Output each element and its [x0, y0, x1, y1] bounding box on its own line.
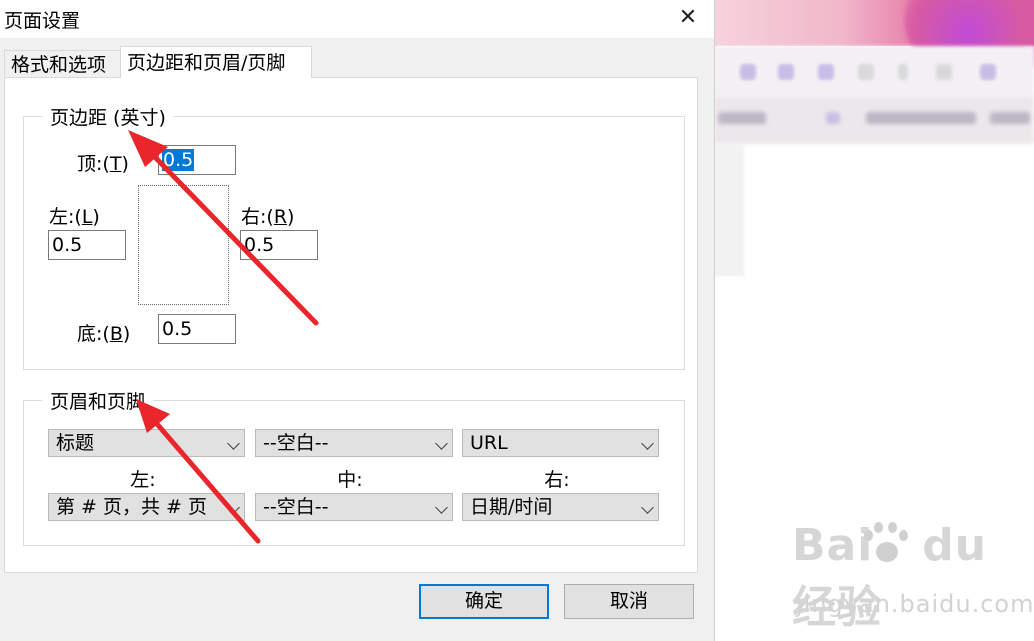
ok-button[interactable]: 确定: [419, 584, 549, 619]
margin-preview: [138, 185, 229, 305]
dialog-titlebar: 页面设置 ✕: [0, 0, 714, 38]
margins-legend: 页边距 (英寸): [42, 103, 174, 130]
left-margin-input[interactable]: 0.5: [48, 230, 126, 260]
chevron-down-icon: [227, 501, 240, 514]
bottom-margin-input[interactable]: 0.5: [158, 314, 236, 344]
close-icon[interactable]: ✕: [674, 4, 702, 32]
left-margin-label: 左:(L): [49, 206, 100, 228]
right-margin-input[interactable]: 0.5: [240, 230, 318, 260]
page-setup-dialog: 页面设置 ✕ 格式和选项 页边距和页眉/页脚 页边距 (英寸) 顶:(T) 0.…: [0, 0, 715, 641]
left-column-label: 左:: [130, 469, 156, 491]
chevron-down-icon: [641, 501, 654, 514]
header-right-select[interactable]: URL: [462, 429, 659, 457]
tab-panel: 页边距 (英寸) 顶:(T) 0.5 左:(L) 0.5 右:(R) 0.5 底…: [4, 77, 698, 573]
background-app-header: [714, 0, 1034, 80]
header-footer-legend: 页眉和页脚: [42, 387, 154, 414]
tab-format-options[interactable]: 格式和选项: [4, 50, 122, 78]
center-column-label: 中:: [337, 469, 363, 491]
background-app-toolbar: [714, 46, 1034, 96]
top-margin-label: 顶:(T): [77, 153, 129, 175]
chevron-down-icon: [435, 501, 448, 514]
cancel-button[interactable]: 取消: [564, 584, 694, 619]
tab-margins-header-footer[interactable]: 页边距和页眉/页脚: [120, 46, 312, 78]
right-column-label: 右:: [544, 469, 570, 491]
header-left-select[interactable]: 标题: [48, 429, 245, 457]
right-margin-label: 右:(R): [241, 206, 295, 228]
bottom-margin-label: 底:(B): [77, 323, 131, 345]
background-app-panel: [714, 144, 744, 276]
footer-center-select[interactable]: --空白--: [255, 493, 453, 521]
background-app-window: [714, 0, 1034, 641]
top-margin-input[interactable]: 0.5: [158, 145, 236, 175]
chevron-down-icon: [641, 437, 654, 450]
dialog-title: 页面设置: [4, 10, 81, 32]
footer-left-select[interactable]: 第 # 页，共 # 页: [48, 493, 245, 521]
chevron-down-icon: [227, 437, 240, 450]
chevron-down-icon: [435, 437, 448, 450]
background-app-addressbar: [714, 96, 1034, 144]
footer-right-select[interactable]: 日期/时间: [462, 493, 659, 521]
header-center-select[interactable]: --空白--: [255, 429, 453, 457]
